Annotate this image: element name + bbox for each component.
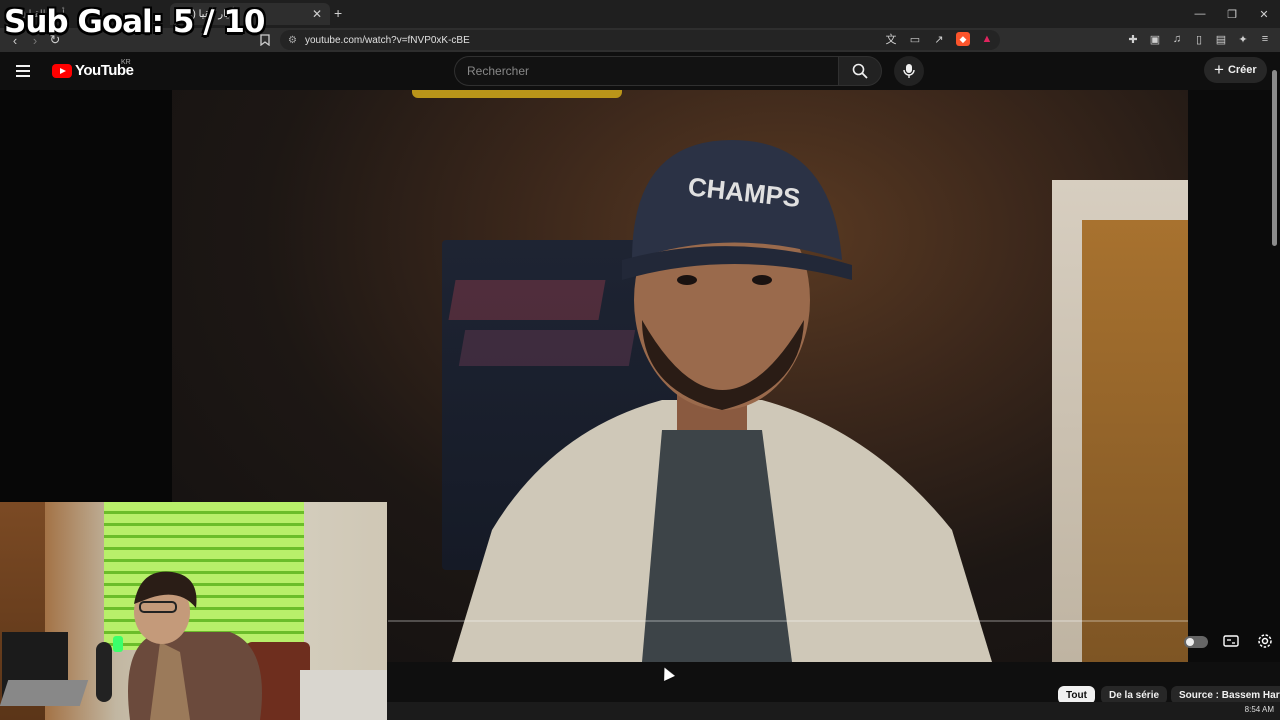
create-button[interactable]: + Créer [1204, 57, 1267, 83]
microphone-icon [903, 64, 915, 78]
search-box[interactable] [454, 56, 838, 86]
close-tab-icon[interactable]: ✕ [312, 7, 322, 21]
streamer-figure [128, 571, 262, 720]
webcam-microphone [96, 642, 112, 702]
subtitles-icon [1220, 630, 1242, 652]
video-letterbox-right [1188, 90, 1280, 662]
window-controls: — ❐ ✕ [1184, 0, 1280, 28]
youtube-header: YouTube KR + Créer [0, 52, 1280, 90]
youtube-play-icon [52, 63, 72, 78]
close-window-icon[interactable]: ✕ [1248, 0, 1280, 28]
webcam-bed [300, 670, 387, 720]
taskbar-clock: 8:54 AM [1244, 705, 1274, 714]
search-icon [852, 63, 868, 79]
url-text: youtube.com/watch?v=fNVP0xK-cBE [304, 34, 470, 46]
sidebar-panel-icon[interactable]: ▣ [1148, 32, 1162, 46]
person-on-screen: CHAMPS [452, 140, 992, 662]
webcam-mic-light [113, 636, 123, 652]
sub-goal-overlay: Sub Goal: 5 / 10 [4, 4, 265, 40]
extensions-icon[interactable]: ✚ [1126, 32, 1140, 46]
wallet-icon[interactable]: ▤ [1214, 32, 1228, 46]
search-button[interactable] [838, 56, 882, 86]
plus-icon: + [1214, 60, 1224, 79]
site-settings-icon[interactable]: ⚙ [288, 35, 297, 46]
leo-ai-icon[interactable]: ✦ [1236, 32, 1250, 46]
restore-icon[interactable]: ❐ [1216, 0, 1248, 28]
lamp-light [412, 90, 622, 98]
video-letterbox-left [0, 90, 172, 500]
region-code: KR [121, 59, 131, 66]
video-progress-bar[interactable] [388, 620, 1188, 622]
media-icon[interactable]: ♫ [1170, 32, 1184, 46]
url-bar-actions: 文 ▭ ↗ ◆ ▲ [884, 32, 994, 46]
webcam-laptop [0, 680, 89, 706]
translate-icon[interactable]: 文 [884, 32, 898, 46]
cast-icon[interactable]: ▭ [908, 32, 922, 46]
voice-search-button[interactable] [894, 56, 924, 86]
brave-rewards-icon[interactable]: ▲ [980, 32, 994, 46]
browser-toolbar: ✚ ▣ ♫ ▯ ▤ ✦ ≡ [1126, 32, 1272, 46]
search-input[interactable] [467, 64, 838, 78]
share-icon[interactable]: ↗ [932, 32, 946, 46]
minimize-icon[interactable]: — [1184, 0, 1216, 28]
webcam-overlay [0, 502, 387, 720]
gear-icon [1254, 630, 1276, 652]
settings-button[interactable] [1254, 630, 1276, 652]
new-tab-button[interactable]: + [334, 5, 342, 21]
sidebar-icon[interactable]: ▯ [1192, 32, 1206, 46]
autoplay-toggle[interactable] [1184, 636, 1208, 648]
create-label: Créer [1227, 64, 1257, 76]
subtitles-button[interactable] [1220, 630, 1242, 652]
page-scrollbar[interactable] [1272, 70, 1277, 246]
brave-shields-icon[interactable]: ◆ [956, 32, 970, 46]
menu-icon[interactable]: ≡ [1258, 32, 1272, 46]
guide-menu-icon[interactable] [16, 61, 36, 81]
wardrobe [1052, 180, 1188, 662]
screen: (49) أبيار القيا (49) أبيار القيا ✕ + — … [0, 0, 1280, 720]
